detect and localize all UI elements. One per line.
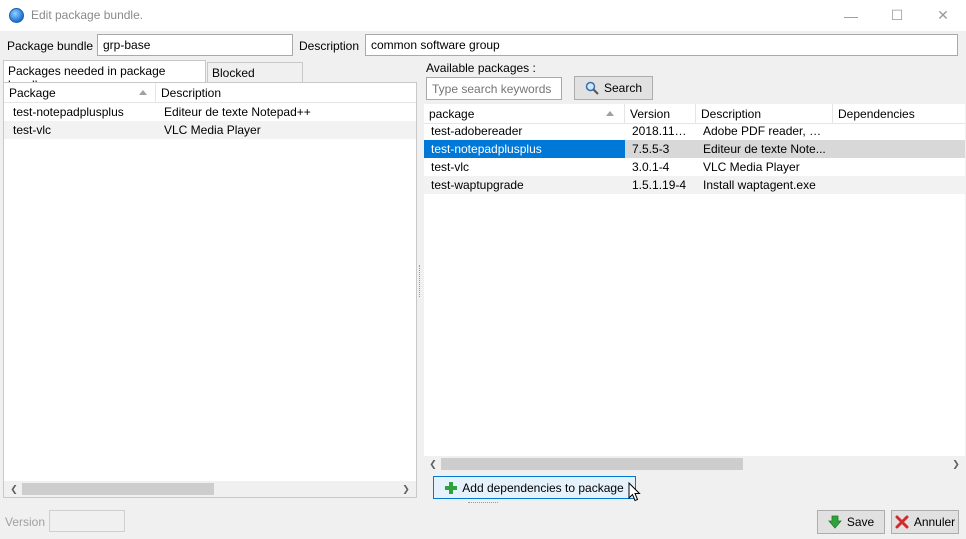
window-title: Edit package bundle. xyxy=(31,8,144,22)
cell-description: Editeur de texte Notepad++ xyxy=(164,105,311,119)
cell-version: 3.0.1-4 xyxy=(632,160,670,174)
available-packages-label: Available packages : xyxy=(426,61,536,75)
cell-version: 7.5.5-3 xyxy=(625,140,696,158)
search-button[interactable]: Search xyxy=(574,76,653,100)
cell-dependencies xyxy=(833,140,965,158)
cell-dependencies xyxy=(833,122,965,140)
table-row[interactable]: test-vlc 3.0.1-4 VLC Media Player xyxy=(424,158,965,176)
column-header-package[interactable]: package xyxy=(424,104,625,124)
column-header-version[interactable]: Version xyxy=(625,104,696,124)
table-row[interactable]: test-notepadplusplus Editeur de texte No… xyxy=(4,103,416,121)
search-icon xyxy=(585,81,599,95)
description-input[interactable]: common software group xyxy=(365,34,958,56)
sort-ascending-icon xyxy=(139,90,147,95)
tab-blocked-package[interactable]: Blocked package xyxy=(207,62,303,94)
cell-package: test-notepadplusplus xyxy=(424,140,625,158)
maximize-button[interactable]: ☐ xyxy=(874,0,920,31)
cancel-button[interactable]: Annuler xyxy=(891,510,959,534)
table-row[interactable]: test-vlc VLC Media Player xyxy=(4,121,416,139)
table-row[interactable]: test-waptupgrade 1.5.1.19-4 Install wapt… xyxy=(424,176,965,194)
cell-package: test-adobereader xyxy=(431,124,523,138)
title-bar: Edit package bundle. — ☐ ✕ xyxy=(0,0,966,31)
app-globe-icon xyxy=(9,8,24,23)
minimize-button[interactable]: — xyxy=(828,0,874,31)
scroll-left-icon[interactable]: ❮ xyxy=(425,456,441,472)
scroll-left-icon[interactable]: ❮ xyxy=(6,481,22,497)
cell-package: test-vlc xyxy=(431,160,470,174)
add-dependencies-button[interactable]: Add dependencies to package xyxy=(433,476,636,499)
close-button[interactable]: ✕ xyxy=(920,0,966,31)
needed-packages-panel: Package Description test-notepadplusplus… xyxy=(3,82,417,498)
scroll-right-icon[interactable]: ❯ xyxy=(948,456,964,472)
available-grid-header: package Version Description Dependencies xyxy=(424,104,965,124)
bottom-splitter-handle[interactable] xyxy=(468,502,498,503)
cell-description: Editeur de texte Note... xyxy=(696,140,833,158)
column-header-dependencies[interactable]: Dependencies xyxy=(833,104,965,124)
cell-version: 2018.11.2... xyxy=(632,124,695,138)
scroll-thumb[interactable] xyxy=(441,458,743,470)
cell-package: test-notepadplusplus xyxy=(13,105,124,119)
add-dependencies-label: Add dependencies to package xyxy=(462,480,624,495)
cell-description: VLC Media Player xyxy=(164,123,261,137)
version-input[interactable] xyxy=(49,510,125,532)
search-keywords-input[interactable] xyxy=(426,77,562,100)
cell-description: Install waptagent.exe xyxy=(703,178,816,192)
scroll-thumb[interactable] xyxy=(22,483,214,495)
cell-dependencies xyxy=(833,158,965,176)
cancel-x-icon xyxy=(895,515,909,529)
table-row[interactable]: test-adobereader 2018.11.2... Adobe PDF … xyxy=(424,122,965,140)
add-plus-icon xyxy=(445,481,458,494)
save-button[interactable]: Save xyxy=(817,510,885,534)
mouse-cursor-icon xyxy=(628,482,641,502)
cell-description: Adobe PDF reader, no... xyxy=(703,124,833,138)
sort-ascending-icon xyxy=(606,111,614,116)
scroll-right-icon[interactable]: ❯ xyxy=(398,481,414,497)
tab-needed-packages[interactable]: Packages needed in package bundle xyxy=(3,60,206,92)
cell-package: test-waptupgrade xyxy=(431,178,524,192)
left-horizontal-scrollbar[interactable]: ❮ ❯ xyxy=(4,481,416,497)
cell-dependencies xyxy=(833,176,965,194)
right-horizontal-scrollbar[interactable]: ❮ ❯ xyxy=(424,456,965,472)
cancel-button-label: Annuler xyxy=(913,515,956,529)
save-arrow-icon xyxy=(827,515,842,529)
column-header-description[interactable]: Description xyxy=(696,104,833,124)
column-header-package[interactable]: Package xyxy=(4,83,156,103)
save-button-label: Save xyxy=(846,515,875,529)
search-button-label: Search xyxy=(603,81,643,95)
column-header-description[interactable]: Description xyxy=(156,83,416,103)
bundle-label: Package bundle xyxy=(7,39,94,53)
available-packages-panel: package Version Description Dependencies… xyxy=(424,104,965,472)
needed-grid-header: Package Description xyxy=(4,83,416,103)
version-label: Version xyxy=(5,515,46,529)
table-row-selected[interactable]: test-notepadplusplus 7.5.5-3 Editeur de … xyxy=(424,140,965,158)
splitter-handle[interactable] xyxy=(419,265,422,297)
bundle-name-input[interactable]: grp-base xyxy=(97,34,293,56)
cell-description: VLC Media Player xyxy=(703,160,800,174)
cell-package: test-vlc xyxy=(13,123,52,137)
description-label: Description xyxy=(299,39,360,53)
cell-version: 1.5.1.19-4 xyxy=(632,178,687,192)
